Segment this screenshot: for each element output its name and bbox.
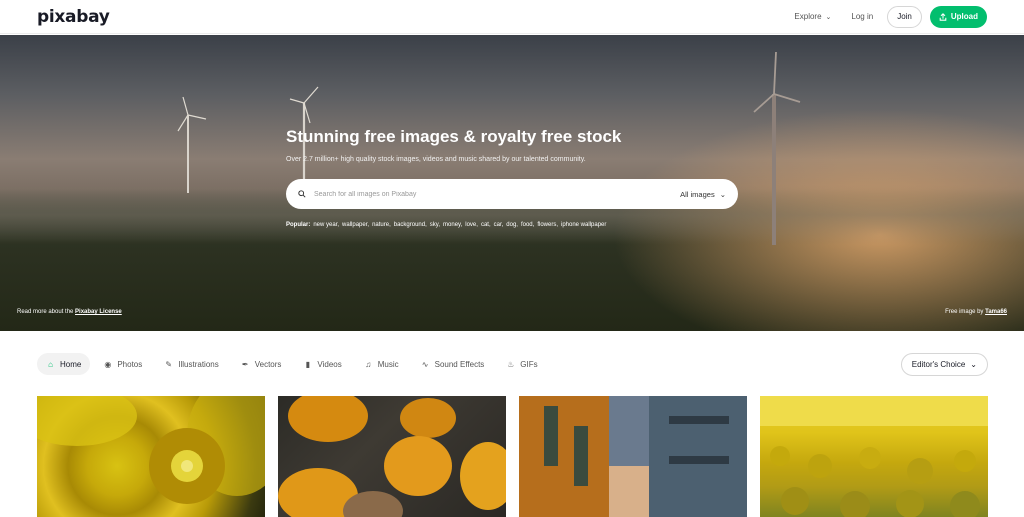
popular-tag[interactable]: nature, bbox=[372, 222, 391, 228]
popular-tag[interactable]: love, bbox=[465, 222, 478, 228]
tab-label: Sound Effects bbox=[434, 359, 485, 369]
yellow-flower-image bbox=[37, 396, 265, 504]
category-nav: ⌂ Home ◉ Photos ✎ Illustrations ✒ Vector… bbox=[37, 352, 988, 376]
chevron-down-icon: ⌄ bbox=[970, 359, 977, 369]
wind-turbine-image bbox=[177, 96, 207, 193]
popular-tag[interactable]: cat, bbox=[481, 222, 491, 228]
license-text: Read more about the bbox=[17, 309, 74, 315]
image-credit: Free image by Tama66 bbox=[945, 309, 1007, 315]
popular-tag[interactable]: dog, bbox=[506, 222, 518, 228]
explore-menu-button[interactable]: Explore ⌄ bbox=[794, 12, 831, 21]
brush-icon: ✎ bbox=[165, 359, 173, 369]
gallery-image-yellow-field[interactable] bbox=[760, 396, 988, 517]
search-input[interactable] bbox=[314, 190, 654, 198]
popular-label: Popular: bbox=[286, 222, 311, 228]
license-note: Read more about the Pixabay License bbox=[17, 309, 122, 315]
pen-nib-icon: ✒ bbox=[241, 359, 249, 369]
popular-tag[interactable]: sky, bbox=[430, 222, 440, 228]
waveform-icon: ∿ bbox=[421, 359, 429, 369]
lemons-image bbox=[278, 396, 506, 517]
popular-tag[interactable]: wallpaper, bbox=[342, 222, 369, 228]
credit-author-link[interactable]: Tama66 bbox=[985, 309, 1007, 315]
hero-title: Stunning free images & royalty free stoc… bbox=[286, 127, 622, 146]
search-icon bbox=[298, 190, 306, 198]
image-gallery bbox=[37, 396, 988, 517]
chevron-down-icon: ⌄ bbox=[825, 13, 832, 21]
gallery-image-lemons[interactable] bbox=[278, 396, 506, 517]
popular-tags: Popular: new year, wallpaper, nature, ba… bbox=[286, 222, 606, 228]
login-link[interactable]: Log in bbox=[851, 12, 873, 21]
popular-tag[interactable]: flowers, bbox=[537, 222, 558, 228]
license-link[interactable]: Pixabay License bbox=[75, 309, 122, 315]
explore-label: Explore bbox=[794, 12, 822, 21]
credit-text: Free image by bbox=[945, 309, 984, 315]
chevron-down-icon: ⌄ bbox=[719, 189, 726, 199]
tab-label: Photos bbox=[117, 359, 143, 369]
tab-label: Illustrations bbox=[178, 359, 219, 369]
tab-music[interactable]: ♫ Music bbox=[355, 353, 408, 375]
popular-tag[interactable]: food, bbox=[521, 222, 534, 228]
join-button[interactable]: Join bbox=[887, 5, 922, 28]
header-actions: Explore ⌄ Log in Join Upload bbox=[794, 5, 987, 28]
popular-tag[interactable]: car, bbox=[494, 222, 504, 228]
music-note-icon: ♫ bbox=[365, 359, 372, 369]
gallery-image-street[interactable] bbox=[519, 396, 747, 517]
popular-tag[interactable]: new year, bbox=[313, 222, 339, 228]
tab-photos[interactable]: ◉ Photos bbox=[94, 353, 151, 375]
gallery-image-yellow-flower[interactable] bbox=[37, 396, 265, 517]
tab-sound-effects[interactable]: ∿ Sound Effects bbox=[412, 353, 494, 375]
sort-label: Editor's Choice bbox=[911, 359, 966, 369]
hero-subtitle: Over 2.7 million+ high quality stock ima… bbox=[286, 156, 586, 163]
tab-home[interactable]: ⌂ Home bbox=[37, 353, 91, 375]
popular-tag[interactable]: money, bbox=[443, 222, 462, 228]
upload-label: Upload bbox=[950, 12, 978, 21]
video-icon: ▮ bbox=[305, 359, 311, 369]
tab-videos[interactable]: ▮ Videos bbox=[294, 353, 350, 375]
upload-icon bbox=[939, 12, 947, 21]
home-icon: ⌂ bbox=[48, 359, 53, 369]
search-bar: All images ⌄ bbox=[286, 179, 738, 209]
flame-icon: ♨ bbox=[507, 359, 515, 369]
tab-illustrations[interactable]: ✎ Illustrations bbox=[155, 353, 227, 375]
street-image bbox=[519, 396, 747, 517]
camera-icon: ◉ bbox=[104, 359, 112, 369]
tab-vectors[interactable]: ✒ Vectors bbox=[232, 353, 291, 375]
tab-label: Home bbox=[60, 359, 82, 369]
tab-label: Videos bbox=[317, 359, 342, 369]
popular-tag[interactable]: background, bbox=[394, 222, 427, 228]
media-type-label: All images bbox=[680, 189, 715, 199]
yellow-field-image bbox=[760, 396, 988, 517]
hero-banner: Stunning free images & royalty free stoc… bbox=[0, 35, 1024, 331]
popular-tag[interactable]: iphone wallpaper bbox=[561, 222, 606, 228]
sort-select[interactable]: Editor's Choice ⌄ bbox=[900, 352, 988, 376]
wind-turbine-image bbox=[753, 51, 801, 245]
tab-label: GIFs bbox=[520, 359, 538, 369]
media-type-select[interactable]: All images ⌄ bbox=[680, 190, 726, 199]
top-header: pixabay Explore ⌄ Log in Join Upload bbox=[0, 0, 1024, 34]
tab-label: Vectors bbox=[254, 359, 282, 369]
tab-gifs[interactable]: ♨ GIFs bbox=[497, 353, 546, 375]
tab-label: Music bbox=[377, 359, 399, 369]
pixabay-logo[interactable]: pixabay bbox=[37, 7, 110, 27]
upload-button[interactable]: Upload bbox=[929, 5, 987, 28]
